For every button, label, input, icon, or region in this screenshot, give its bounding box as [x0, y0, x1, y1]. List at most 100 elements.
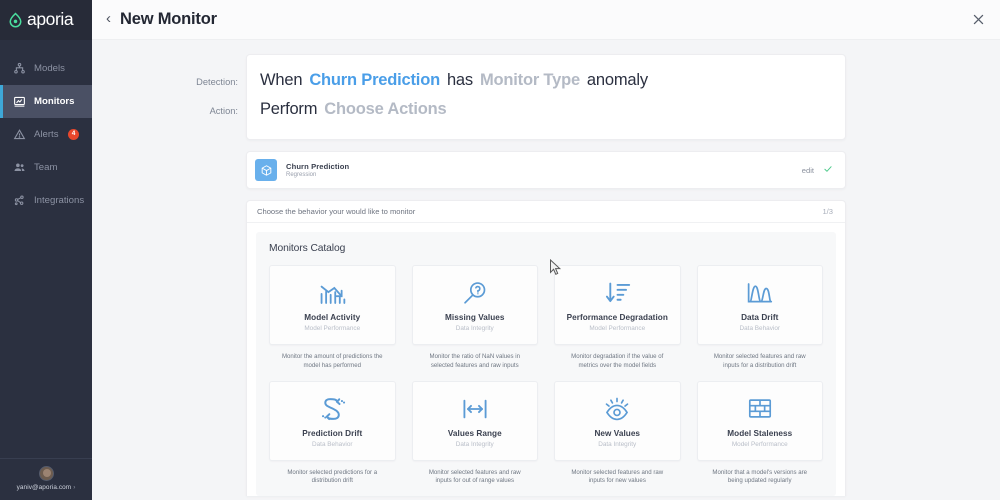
catalog-card[interactable]: Prediction Drift Data Behavior [269, 380, 396, 461]
rule-has-token: has [446, 71, 473, 89]
catalog-card-description: Monitor selected predictions for a distr… [287, 468, 378, 485]
panel-column: Detection: Action: When Churn Prediction… [196, 54, 846, 497]
catalog-card-values-range: Values Range Data Integrity Monitor sele… [411, 380, 538, 497]
main-area: ‹ New Monitor Detection: Action: When Ch… [92, 0, 1000, 500]
catalog-card-name: Prediction Drift [302, 428, 363, 438]
catalog-card-model-activity: Model Activity Model Performance Monitor… [269, 265, 396, 381]
sidebar-nav: Models Monitors Alerts 4 Team Integratio… [0, 52, 92, 217]
integrations-nodes-icon [13, 194, 26, 207]
app-root: aporia Models Monitors Alerts 4 Team Int… [0, 0, 1000, 500]
catalog-card-description: Monitor that a model's versions are bein… [712, 468, 808, 485]
catalog-card[interactable]: New Values Data Integrity [554, 380, 681, 461]
edit-model-button[interactable]: edit [802, 166, 814, 175]
monitors-catalog: Monitors Catalog Model Activity Model Pe… [256, 232, 836, 497]
close-x-icon[interactable] [971, 12, 986, 27]
action-perform-token: Perform [260, 100, 318, 118]
sidebar-item-models[interactable]: Models [0, 52, 92, 85]
catalog-card[interactable]: Model Activity Model Performance [269, 265, 396, 345]
models-network-icon [13, 62, 26, 75]
model-type: Regression [286, 172, 317, 178]
catalog-card-description: Monitor the amount of predictions the mo… [281, 353, 383, 369]
catalog-card-category: Data Integrity [455, 325, 494, 332]
monitors-chart-icon [13, 95, 26, 108]
catalog-card-prediction-drift: Prediction Drift Data Behavior Monitor s… [269, 380, 396, 497]
sidebar-item-label: Monitors [34, 96, 75, 107]
top-bar: ‹ New Monitor [92, 0, 1000, 40]
catalog-card-name: New Values [594, 428, 641, 438]
catalog-card-description: Monitor selected features and raw inputs… [571, 468, 664, 485]
selected-model-row[interactable]: Churn Prediction Regression edit [246, 151, 846, 189]
alerts-warning-icon [13, 128, 26, 141]
catalog-card-category: Model Performance [731, 440, 788, 448]
sort-descending-icon [604, 278, 631, 308]
content-scroll: Detection: Action: When Churn Prediction… [92, 40, 1000, 500]
s-curve-arrows-icon [319, 394, 346, 424]
sidebar-user-menu[interactable]: yaniv@aporia.com › [0, 458, 92, 500]
brand-name: aporia [27, 9, 74, 30]
catalog-card[interactable]: Data Drift Data Behavior [696, 265, 823, 345]
action-label: Action: [209, 106, 238, 116]
catalog-card-category: Model Performance [304, 325, 361, 332]
range-arrows-icon [460, 394, 490, 424]
catalog-card-description: Monitor selected features and raw inputs… [428, 468, 521, 485]
page-title: New Monitor [120, 10, 217, 28]
catalog-card[interactable]: Missing Values Data Integrity [411, 265, 538, 345]
catalog-cards-grid: Model Activity Model Performance Monitor… [269, 265, 823, 496]
catalog-card-name: Values Range [447, 428, 502, 438]
back-chevron-icon[interactable]: ‹ [104, 11, 120, 28]
catalog-card-model-staleness: Model Staleness Model Performance Monito… [696, 380, 823, 497]
sidebar-item-monitors[interactable]: Monitors [0, 85, 92, 118]
rule-when-token: When [260, 71, 303, 89]
sidebar-item-label: Alerts [34, 129, 59, 140]
catalog-card-name: Data Drift [741, 313, 779, 322]
catalog-card-category: Model Performance [589, 325, 646, 332]
catalog-card-new-values: New Values Data Integrity Monitor select… [554, 380, 681, 497]
behavior-panel: Choose the behavior your would like to m… [246, 200, 846, 497]
bar-chart-declining-icon [317, 278, 348, 308]
action-choose-token[interactable]: Choose Actions [324, 100, 446, 119]
behavior-title: Choose the behavior your would like to m… [257, 207, 416, 216]
brand-logo[interactable]: aporia [0, 0, 92, 40]
distribution-curve-icon [745, 278, 774, 308]
user-avatar [38, 466, 54, 481]
chevron-right-icon: › [73, 484, 76, 491]
catalog-card-name: Model Activity [304, 313, 361, 322]
catalog-card-data-drift: Data Drift Data Behavior Monitor selecte… [696, 265, 823, 381]
action-rule-line: Perform Choose Actions [260, 95, 845, 124]
model-cube-icon [255, 159, 277, 181]
sidebar-item-label: Models [34, 63, 65, 74]
rule-model-token[interactable]: Churn Prediction [309, 71, 440, 90]
catalog-card-name: Performance Degradation [566, 313, 668, 322]
sidebar-item-team[interactable]: Team [0, 151, 92, 184]
catalog-card-category: Data Behavior [739, 325, 781, 332]
magnifier-question-icon [461, 278, 488, 308]
detection-rule-line: When Churn Prediction has Monitor Type a… [260, 66, 845, 95]
catalog-card[interactable]: Model Staleness Model Performance [696, 380, 823, 461]
alerts-count-badge: 4 [68, 129, 79, 140]
detection-card: Detection: Action: When Churn Prediction… [196, 54, 846, 140]
user-email-label: yaniv@aporia.com [16, 484, 72, 491]
model-meta: Churn Prediction Regression [286, 162, 349, 178]
catalog-card-category: Data Behavior [312, 440, 353, 448]
catalog-title: Monitors Catalog [269, 243, 346, 254]
catalog-card-description: Monitor the ratio of NaN values in selec… [429, 353, 520, 369]
sidebar-item-integrations[interactable]: Integrations [0, 184, 92, 217]
sidebar-item-alerts[interactable]: Alerts 4 [0, 118, 92, 151]
check-icon [823, 164, 833, 177]
detection-labels: Detection: Action: [174, 66, 247, 126]
model-name: Churn Prediction [286, 162, 350, 171]
behavior-header: Choose the behavior your would like to m… [247, 201, 845, 223]
catalog-card-category: Data Integrity [598, 440, 637, 448]
detection-lines: When Churn Prediction has Monitor Type a… [247, 66, 845, 126]
step-indicator: 1/3 [822, 207, 833, 216]
catalog-card-performance-degradation: Performance Degradation Model Performanc… [554, 265, 681, 381]
brick-wall-icon [747, 394, 773, 424]
sidebar-item-label: Team [34, 162, 58, 173]
rule-monitor-type-token[interactable]: Monitor Type [480, 71, 580, 90]
catalog-card-name: Model Staleness [727, 428, 793, 438]
detection-label: Detection: [196, 77, 238, 87]
catalog-card[interactable]: Values Range Data Integrity [411, 380, 538, 461]
catalog-card[interactable]: Performance Degradation Model Performanc… [554, 265, 681, 345]
catalog-card-missing-values: Missing Values Data Integrity Monitor th… [411, 265, 538, 381]
